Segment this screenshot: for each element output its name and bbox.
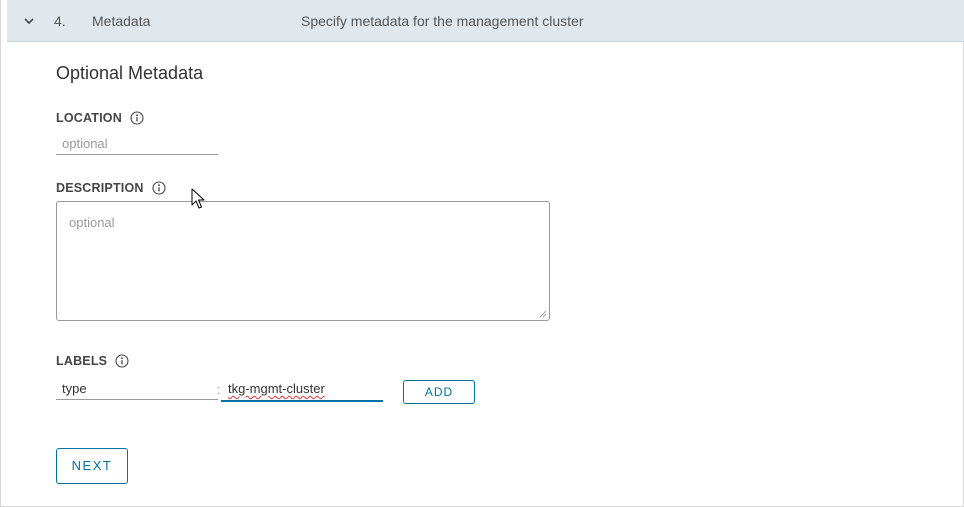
step-title: Metadata	[92, 13, 151, 29]
description-placeholder: optional	[69, 215, 115, 230]
chevron-down-icon[interactable]	[22, 14, 36, 28]
location-label-group: LOCATION	[56, 111, 144, 125]
labels-label: LABELS	[56, 354, 108, 368]
step-description: Specify metadata for the management clus…	[301, 13, 584, 29]
section-title: Optional Metadata	[56, 63, 204, 83]
location-label: LOCATION	[56, 111, 122, 125]
next-button[interactable]: NEXT	[56, 448, 128, 484]
label-value-text: tkg-mgmt-cluster	[228, 381, 325, 396]
mouse-pointer-icon	[191, 188, 205, 209]
label-key-input[interactable]	[56, 378, 218, 400]
add-label-button[interactable]: ADD	[403, 380, 475, 404]
location-input[interactable]	[56, 133, 218, 155]
description-textarea[interactable]: optional	[56, 201, 550, 321]
info-icon[interactable]	[152, 181, 166, 195]
description-label-group: DESCRIPTION	[56, 181, 166, 195]
wizard-page: 4. Metadata Specify metadata for the man…	[0, 0, 964, 507]
labels-label-group: LABELS	[56, 354, 129, 368]
info-icon[interactable]	[130, 111, 144, 125]
description-label: DESCRIPTION	[56, 181, 144, 195]
info-icon[interactable]	[115, 354, 129, 368]
step-header[interactable]: 4. Metadata Specify metadata for the man…	[7, 0, 964, 42]
step-number: 4.	[54, 13, 66, 29]
resize-grip-icon[interactable]	[539, 310, 547, 318]
